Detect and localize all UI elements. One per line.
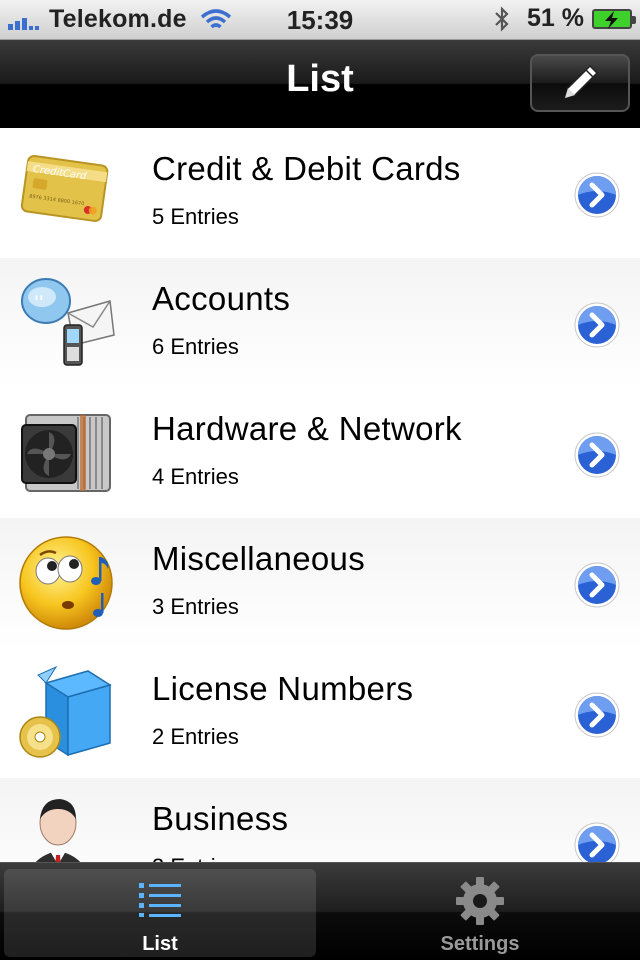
status-bar: Telekom.de 15:39 51 % (0, 0, 640, 40)
tab-label: List (142, 933, 178, 955)
list-item[interactable]: License Numbers 2 Entries (0, 648, 640, 778)
list-item-title: Hardware & Network (152, 410, 462, 447)
list-item-count: 3 Entries (152, 854, 239, 862)
bluetooth-icon (495, 5, 509, 32)
pencil-icon (563, 64, 599, 100)
svg-text:'': '' (34, 292, 44, 311)
list-item[interactable]: Business 3 Entries (0, 778, 640, 862)
list-item[interactable]: Hardware & Network 4 Entries (0, 388, 640, 518)
list-item[interactable]: CreditCard 8976 3314 8800 1670 Credit & … (0, 128, 640, 258)
disclosure-button[interactable] (573, 301, 621, 349)
credit-card-icon: CreditCard 8976 3314 8800 1670 (20, 154, 109, 223)
disclosure-button[interactable] (573, 171, 621, 219)
software-box-icon (19, 665, 112, 758)
tab-label: Settings (440, 933, 520, 955)
list-item-count: 3 Entries (152, 594, 239, 619)
smiley-icon (19, 536, 113, 630)
tab-bar: List Settings (0, 862, 640, 960)
list-item-count: 4 Entries (152, 464, 239, 489)
navigation-bar: List (0, 40, 640, 128)
list-item-count: 2 Entries (152, 724, 239, 749)
list-item-title: Miscellaneous (152, 540, 366, 577)
list-item-title: License Numbers (152, 670, 414, 707)
tab-list[interactable]: List (4, 869, 316, 957)
list-item-title: Credit & Debit Cards (152, 150, 461, 187)
category-list: CreditCard 8976 3314 8800 1670 Credit & … (0, 128, 640, 862)
disclosure-button[interactable] (573, 561, 621, 609)
gear-icon (456, 877, 504, 925)
edit-button[interactable] (530, 54, 630, 112)
list-item-count: 5 Entries (152, 204, 239, 229)
tab-settings[interactable]: Settings (324, 869, 636, 957)
disclosure-button[interactable] (573, 691, 621, 739)
battery-percentage: 51 % (527, 4, 584, 32)
battery-icon (592, 8, 636, 29)
business-person-icon (35, 799, 81, 862)
hardware-icon (21, 414, 111, 492)
list-item-title: Business (152, 800, 289, 837)
disclosure-button[interactable] (573, 431, 621, 479)
list-item[interactable]: Miscellaneous 3 Entries (0, 518, 640, 648)
disclosure-button[interactable] (573, 821, 621, 862)
accounts-icon: '' (21, 278, 115, 366)
list-icon (139, 883, 181, 917)
list-item[interactable]: '' Accounts 6 Entries (0, 258, 640, 388)
list-item-count: 6 Entries (152, 334, 239, 359)
list-item-title: Accounts (152, 280, 291, 317)
